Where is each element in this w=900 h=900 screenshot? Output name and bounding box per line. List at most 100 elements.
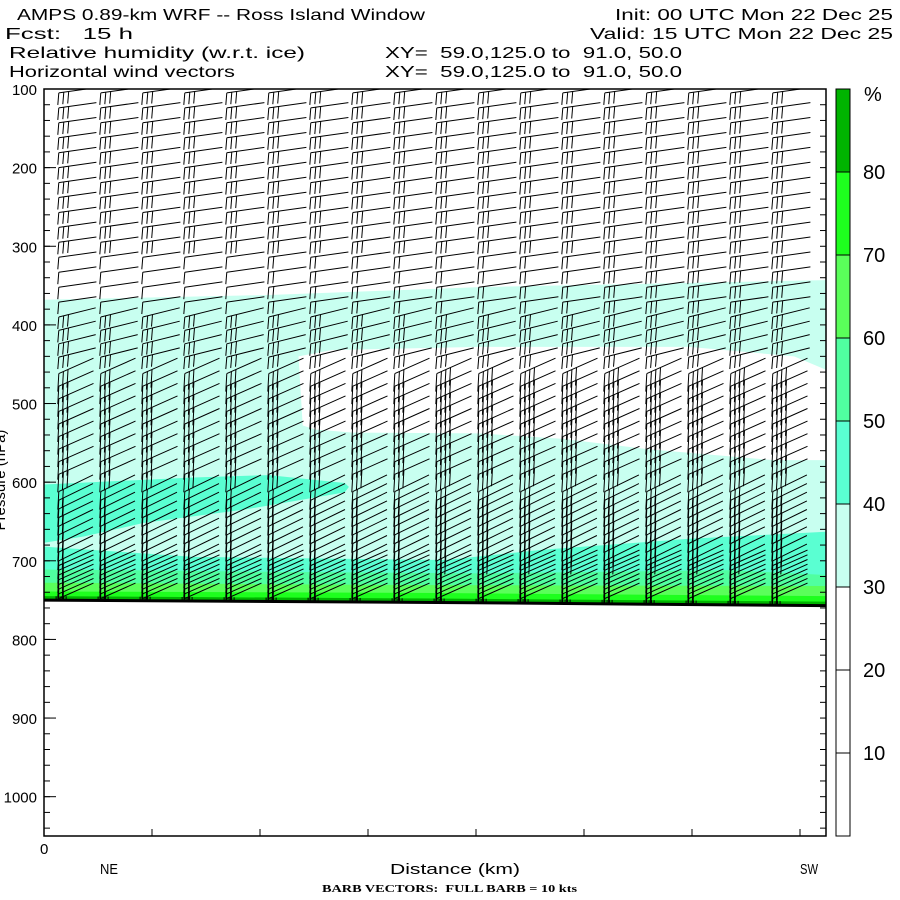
wind-barb	[351, 236, 391, 255]
wind-barb	[267, 89, 301, 105]
wind-barb	[183, 117, 223, 135]
init-time: Init: 00 UTC Mon 22 Dec 25	[615, 7, 893, 24]
wind-barb	[771, 236, 811, 255]
wind-barb	[519, 176, 559, 195]
wind-barb	[57, 146, 97, 165]
wind-barb	[225, 206, 265, 225]
wind-barb	[561, 221, 601, 240]
wind-barb	[771, 161, 811, 180]
wind-barb	[519, 266, 559, 285]
wind-barb	[603, 221, 643, 240]
wind-barb	[267, 176, 307, 195]
wind-barb	[435, 236, 475, 255]
wind-barb	[729, 117, 769, 135]
colorbar-swatch	[835, 669, 851, 754]
wind-barb	[435, 266, 475, 285]
wind-barb	[561, 132, 601, 150]
wind-barb	[771, 146, 811, 165]
colorbar-unit: %	[864, 84, 882, 106]
wind-barb	[477, 146, 517, 165]
wind-barb	[57, 132, 97, 150]
wind-barb	[141, 266, 181, 285]
y-tick-label: 500	[12, 397, 37, 414]
wind-barb	[561, 117, 601, 135]
wind-barb	[687, 236, 727, 255]
wind-barb	[477, 221, 517, 240]
wind-barb	[99, 146, 139, 165]
wind-barb	[645, 102, 685, 120]
colorbar-label: 80	[863, 162, 885, 184]
wind-barb	[519, 102, 559, 120]
wind-barb	[351, 206, 391, 225]
wind-barb	[183, 146, 223, 165]
wind-barb	[225, 266, 265, 285]
wind-barb	[183, 266, 223, 285]
wind-barb	[99, 266, 139, 285]
wind-barb	[99, 281, 139, 300]
wind-barb	[99, 117, 139, 135]
wind-barb	[99, 236, 139, 255]
colorbar-swatch	[835, 752, 851, 837]
colorbar-swatch	[835, 420, 851, 505]
footer: 0 NE Distance (km) SW BARB VECTORS: FULL…	[40, 841, 819, 895]
wind-barb	[561, 102, 601, 120]
wind-barb	[687, 176, 727, 195]
x-origin-label: 0	[40, 841, 48, 858]
wind-barb	[267, 102, 307, 120]
wind-barb	[435, 191, 475, 210]
wind-barb	[309, 176, 349, 195]
wind-barb	[561, 161, 601, 180]
wind-barb	[687, 206, 727, 225]
wind-barb	[393, 146, 433, 165]
wind-barb	[477, 176, 517, 195]
colorbar-swatch	[835, 254, 851, 339]
wind-barb	[57, 221, 97, 240]
wind-barb	[771, 102, 811, 120]
wind-barb	[645, 191, 685, 210]
wind-barb	[561, 206, 601, 225]
wind-barb	[267, 221, 307, 240]
wind-barb	[435, 176, 475, 195]
wind-barb	[351, 146, 391, 165]
wind-barb	[309, 266, 349, 285]
wind-barb	[435, 146, 475, 165]
wind-barb	[267, 236, 307, 255]
wind-barb	[57, 236, 97, 255]
y-tick-label: 600	[12, 475, 37, 492]
wind-barb	[603, 191, 643, 210]
colorbar: 10 20 30 40 50 60 70 80%	[835, 84, 885, 837]
wind-barb	[687, 146, 727, 165]
colorbar-label: 50	[863, 411, 885, 433]
wind-barb	[603, 102, 643, 120]
wind-barb	[477, 206, 517, 225]
y-tick-label: 700	[12, 554, 37, 571]
y-tick-label: 200	[12, 161, 37, 178]
field1-label: Relative humidity (w.r.t. ice)	[9, 45, 305, 62]
wind-barb	[729, 161, 769, 180]
y-tick-label: 1000	[4, 790, 37, 807]
wind-barb	[141, 281, 181, 300]
wind-barb	[687, 117, 727, 135]
wind-barb	[267, 206, 307, 225]
wind-barb	[519, 161, 559, 180]
wind-barb	[99, 132, 139, 150]
wind-barb	[225, 161, 265, 180]
wind-barb	[519, 89, 553, 105]
wind-barb	[393, 206, 433, 225]
wind-barb	[351, 251, 391, 270]
wind-barb	[771, 191, 811, 210]
wind-barb	[309, 102, 349, 120]
wind-barb	[477, 102, 517, 120]
wind-barb	[729, 251, 769, 270]
wind-barb	[561, 89, 595, 105]
wind-barb	[267, 161, 307, 180]
wind-barb	[393, 266, 433, 285]
wind-barb	[519, 206, 559, 225]
wind-barb	[183, 191, 223, 210]
wind-barb	[141, 146, 181, 165]
wind-barb	[729, 191, 769, 210]
wind-barb	[57, 206, 97, 225]
wind-barb	[99, 191, 139, 210]
wind-barb	[477, 161, 517, 180]
colorbar-label: 60	[863, 328, 885, 350]
